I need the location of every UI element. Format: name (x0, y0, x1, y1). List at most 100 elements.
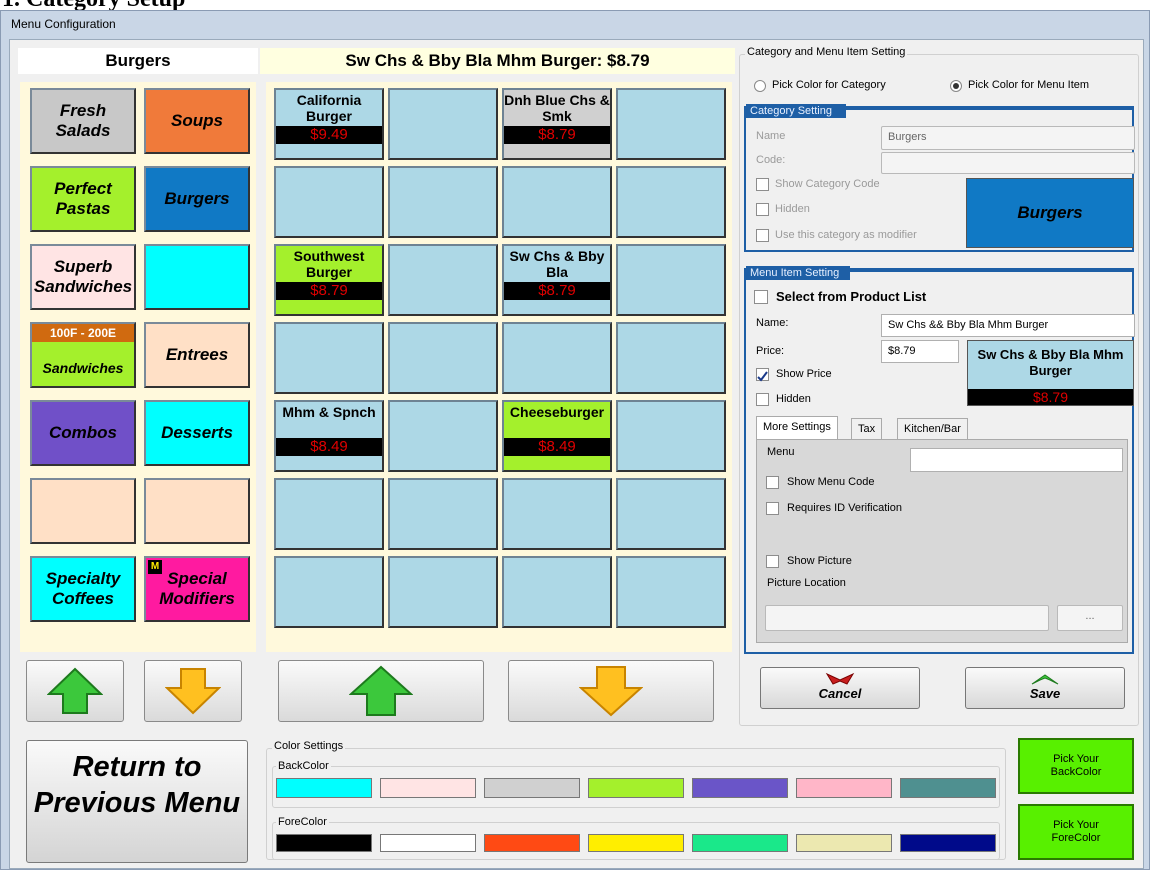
menu-item-tile[interactable] (388, 478, 498, 550)
tab-more-settings[interactable]: More Settings (756, 416, 838, 440)
fore-color-swatch[interactable] (484, 834, 580, 852)
menu-item-tile[interactable] (616, 400, 726, 472)
fore-color-swatch[interactable] (796, 834, 892, 852)
category-tile[interactable]: Sandwiches 100F - 200E (30, 322, 136, 388)
menu-item-tile[interactable] (616, 244, 726, 316)
return-to-previous-menu-button[interactable]: Return to Previous Menu (26, 740, 248, 863)
fore-color-swatch[interactable] (900, 834, 996, 852)
menu-item-tile[interactable] (388, 166, 498, 238)
menu-item-tile[interactable] (388, 322, 498, 394)
category-code-input[interactable] (881, 152, 1135, 174)
tab-tax[interactable]: Tax (851, 418, 883, 440)
menu-item-tile[interactable] (502, 322, 612, 394)
menu-item-tile[interactable] (388, 244, 498, 316)
item-name-input[interactable]: Sw Chs && Bby Bla Mhm Burger (881, 314, 1135, 337)
category-title: Burgers (18, 48, 258, 74)
menu-item-name: Sw Chs & Bby Bla (509, 248, 605, 280)
category-tile[interactable]: Entrees (144, 322, 250, 388)
menu-item-tile[interactable] (274, 322, 384, 394)
pick-back-color-button[interactable]: Pick Your BackColor (1018, 738, 1134, 794)
category-hidden-checkbox[interactable] (756, 203, 769, 216)
menu-item-tile[interactable]: California Burger $9.49 (274, 88, 384, 160)
menu-item-tile[interactable] (388, 556, 498, 628)
category-tile[interactable]: Burgers (144, 166, 250, 232)
picture-location-input[interactable] (765, 605, 1049, 631)
window-title: Menu Configuration (11, 17, 116, 31)
item-price-input[interactable]: $8.79 (881, 340, 959, 363)
menu-item-tile[interactable] (502, 556, 612, 628)
back-color-swatch[interactable] (380, 778, 476, 798)
menu-item-name: Southwest Burger (293, 248, 365, 280)
arrow-up-icon (47, 667, 103, 714)
menu-item-tile[interactable] (274, 166, 384, 238)
back-color-swatch[interactable] (588, 778, 684, 798)
item-scroll-down-button[interactable] (508, 660, 714, 722)
fore-color-swatch[interactable] (588, 834, 684, 852)
menu-item-tile[interactable] (502, 478, 612, 550)
item-scroll-up-button[interactable] (278, 660, 484, 722)
select-from-product-list-label: Select from Product List (776, 289, 927, 304)
back-color-swatch[interactable] (484, 778, 580, 798)
tab-kitchen-bar[interactable]: Kitchen/Bar (897, 418, 968, 440)
menu-item-tile[interactable] (616, 88, 726, 160)
category-tile[interactable]: Special Modifiers M (144, 556, 250, 622)
category-tile[interactable]: Soups (144, 88, 250, 154)
menu-input[interactable] (910, 448, 1123, 472)
menu-item-tile[interactable] (502, 166, 612, 238)
back-color-swatch[interactable] (276, 778, 372, 798)
requires-id-verification-checkbox[interactable] (766, 502, 779, 515)
item-name-label: Name: (756, 317, 789, 329)
menu-item-tile[interactable] (616, 166, 726, 238)
menu-item-name: Cheeseburger (509, 404, 605, 420)
show-picture-checkbox[interactable] (766, 555, 779, 568)
select-from-product-list-checkbox[interactable] (754, 290, 768, 304)
pick-color-for-category-radio[interactable] (754, 80, 766, 92)
back-color-swatch[interactable] (900, 778, 996, 798)
menu-item-tile[interactable] (274, 478, 384, 550)
menu-item-tile[interactable]: Mhm & Spnch $8.49 (274, 400, 384, 472)
category-tile[interactable]: Fresh Salads (30, 88, 136, 154)
show-category-code-checkbox[interactable] (756, 178, 769, 191)
fore-color-swatch[interactable] (276, 834, 372, 852)
pick-fore-color-button[interactable]: Pick Your ForeColor (1018, 804, 1134, 860)
back-color-swatch[interactable] (692, 778, 788, 798)
category-tile[interactable]: Perfect Pastas (30, 166, 136, 232)
menu-item-preview-tile: Sw Chs & Bby Bla Mhm Burger $8.79 (967, 340, 1134, 406)
pick-color-for-menu-item-radio[interactable] (950, 80, 962, 92)
cancel-button[interactable]: Cancel (760, 667, 920, 709)
save-button[interactable]: Save (965, 667, 1125, 709)
menu-item-tile[interactable]: Dnh Blue Chs & Smk $8.79 (502, 88, 612, 160)
menu-item-tile[interactable] (388, 88, 498, 160)
menu-item-name: Dnh Blue Chs & Smk (504, 92, 610, 124)
selected-item-title: Sw Chs & Bby Bla Mhm Burger: $8.79 (260, 48, 735, 74)
menu-item-tile[interactable] (616, 478, 726, 550)
fore-color-swatch[interactable] (380, 834, 476, 852)
category-scroll-down-button[interactable] (144, 660, 242, 722)
fore-color-label: ForeColor (276, 816, 329, 828)
show-price-checkbox[interactable] (756, 368, 769, 382)
back-color-swatch[interactable] (796, 778, 892, 798)
menu-item-tile[interactable] (388, 400, 498, 472)
browse-picture-button[interactable]: ... (1057, 605, 1123, 631)
menu-item-tile[interactable] (616, 556, 726, 628)
menu-item-tile[interactable] (274, 556, 384, 628)
menu-item-tile[interactable] (616, 322, 726, 394)
use-as-modifier-checkbox[interactable] (756, 229, 769, 242)
menu-item-tile[interactable]: Southwest Burger $8.79 (274, 244, 384, 316)
menu-item-tile[interactable]: Cheeseburger $8.49 (502, 400, 612, 472)
category-tile-label: Superb Sandwiches (33, 257, 133, 296)
category-name-input[interactable]: Burgers (881, 126, 1135, 150)
show-menu-code-checkbox[interactable] (766, 476, 779, 489)
category-tile[interactable]: Superb Sandwiches (30, 244, 136, 310)
category-tile[interactable] (144, 478, 250, 544)
menu-item-tile[interactable]: Sw Chs & Bby Bla $8.79 (502, 244, 612, 316)
return-button-label: Return to Previous Menu (33, 751, 241, 819)
category-tile[interactable]: Combos (30, 400, 136, 466)
category-tile[interactable] (144, 244, 250, 310)
category-scroll-up-button[interactable] (26, 660, 124, 722)
category-tile[interactable] (30, 478, 136, 544)
item-hidden-checkbox[interactable] (756, 393, 769, 406)
category-tile[interactable]: Desserts (144, 400, 250, 466)
fore-color-swatch[interactable] (692, 834, 788, 852)
category-tile[interactable]: Specialty Coffees (30, 556, 136, 622)
